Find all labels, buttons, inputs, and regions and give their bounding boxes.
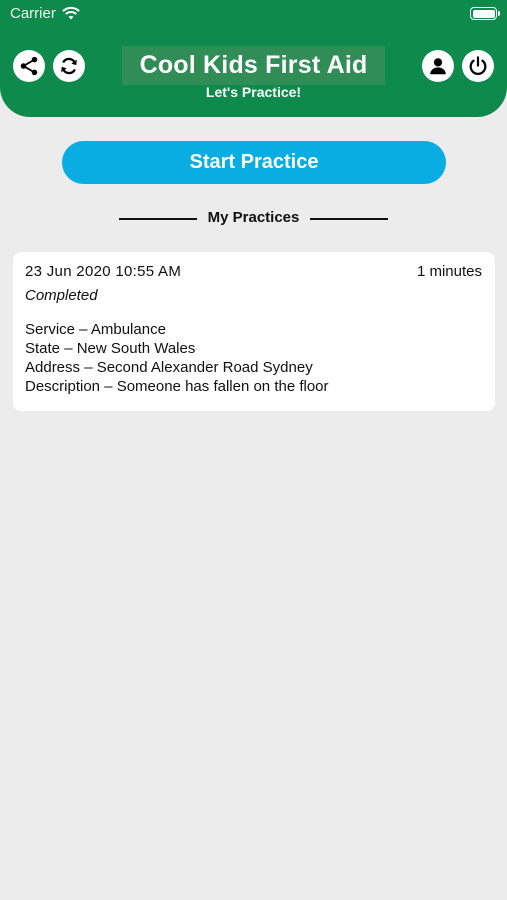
practice-address: Address – Second Alexander Road Sydney bbox=[25, 359, 313, 376]
practice-service: Service – Ambulance bbox=[25, 321, 166, 338]
practice-state: State – New South Wales bbox=[25, 340, 196, 357]
refresh-icon bbox=[61, 57, 77, 75]
status-bar: Carrier bbox=[0, 0, 507, 30]
practice-details: Service – Ambulance State – New South Wa… bbox=[25, 320, 329, 396]
profile-button[interactable] bbox=[422, 50, 454, 82]
app-subtitle: Let's Practice! bbox=[205, 84, 302, 100]
share-button[interactable] bbox=[13, 50, 45, 82]
profile-icon bbox=[430, 58, 446, 75]
app-title: Cool Kids First Aid bbox=[122, 46, 385, 85]
power-icon bbox=[469, 56, 487, 75]
section-title: My Practices bbox=[207, 209, 300, 226]
practice-card[interactable]: 23 Jun 2020 10:55 AM 1 minutes Completed… bbox=[13, 252, 495, 411]
battery-icon bbox=[470, 7, 500, 20]
divider-right bbox=[310, 218, 388, 220]
refresh-button[interactable] bbox=[53, 50, 85, 82]
section-heading: My Practices bbox=[0, 209, 507, 229]
carrier-label: Carrier bbox=[10, 5, 56, 22]
practice-date: 23 Jun 2020 10:55 AM bbox=[25, 263, 182, 280]
practice-duration: 1 minutes bbox=[416, 263, 482, 280]
share-icon bbox=[20, 56, 38, 76]
practice-status: Completed bbox=[25, 287, 98, 304]
app-header: Carrier Cool Kids First Aid Let's Practi… bbox=[0, 0, 507, 117]
start-practice-button[interactable]: Start Practice bbox=[62, 141, 446, 184]
practice-description: Description – Someone has fallen on the … bbox=[25, 378, 329, 395]
wifi-icon bbox=[62, 6, 80, 20]
power-button[interactable] bbox=[462, 50, 494, 82]
